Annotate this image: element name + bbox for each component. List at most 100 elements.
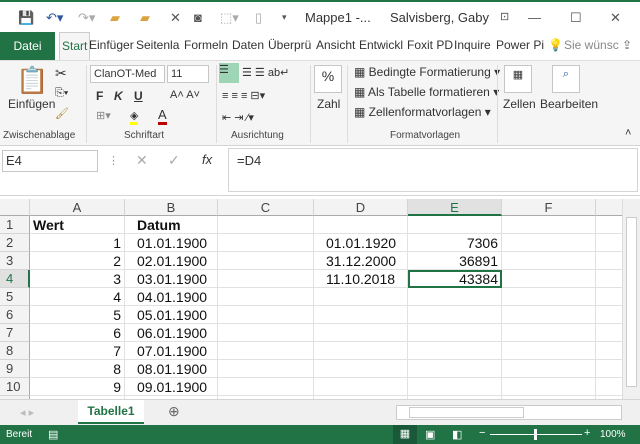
align-middle-icon[interactable]: ☰ ☰ ab↵ [242,66,289,79]
collapse-ribbon-icon[interactable]: ˄ [625,127,631,139]
format-painter-icon[interactable]: 🖌 [55,107,69,120]
zoom-level[interactable]: 100% [600,429,626,440]
tab-insert[interactable]: Einfüger [89,38,134,52]
cell-g5[interactable] [596,288,622,306]
tab-review[interactable]: Überprü [268,38,311,52]
cell-d8[interactable] [314,342,408,360]
cell-a2[interactable]: 1 [30,234,125,252]
cell-f8[interactable] [502,342,596,360]
cell-f9[interactable] [502,360,596,378]
cell-d7[interactable] [314,324,408,342]
row-header-2[interactable]: 2 [0,234,30,252]
row-header-3[interactable]: 3 [0,252,30,270]
cell-c8[interactable] [218,342,314,360]
cell-e6[interactable] [408,306,502,324]
cell-g7[interactable] [596,324,622,342]
open-folder-icon[interactable]: ▰ [110,10,120,26]
column-header-d[interactable]: D [314,199,408,216]
cell-d10[interactable] [314,378,408,396]
column-header-f[interactable]: F [502,199,596,216]
tab-power-pivot[interactable]: Power Pi [496,38,544,52]
cell-a10[interactable]: 9 [30,378,125,396]
cell-d2[interactable]: 01.01.1920 [314,234,408,252]
undo-icon[interactable]: ↶▾ [46,10,63,26]
cell-g6[interactable] [596,306,622,324]
tell-me-search[interactable]: Sie wünsc [564,38,619,52]
sheet-nav-icon[interactable]: ◂ ▸ [20,406,34,419]
copy-icon[interactable]: ⎘▾ [55,87,68,100]
cell-b7[interactable]: 06.01.1900 [125,324,218,342]
formula-input[interactable]: =D4 [228,148,638,192]
cell-c4[interactable] [218,270,314,288]
underline-button[interactable]: U [134,89,143,103]
cell-g1[interactable] [596,216,622,234]
save-icon[interactable]: 💾 [18,10,34,26]
conditional-formatting-button[interactable]: ▦ Bedingte Formatierung ▾ [354,65,500,79]
cell-a9[interactable]: 8 [30,360,125,378]
cell-e5[interactable] [408,288,502,306]
tab-data[interactable]: Daten [232,38,264,52]
cell-f3[interactable] [502,252,596,270]
cell-d4[interactable]: 11.10.2018 [314,270,408,288]
cell-e3[interactable]: 36891 [408,252,502,270]
select-icon[interactable]: ⬚▾ [220,10,239,26]
cell-e1[interactable] [408,216,502,234]
cell-a6[interactable]: 5 [30,306,125,324]
enter-icon[interactable]: ✓ [168,152,180,169]
cell-f1[interactable] [502,216,596,234]
fill-color-icon[interactable]: ◈ [130,109,139,125]
camera-icon[interactable]: ◙ [194,10,202,25]
row-header-1[interactable]: 1 [0,216,30,234]
italic-button[interactable]: K [114,89,123,103]
cell-d5[interactable] [314,288,408,306]
cell-c7[interactable] [218,324,314,342]
font-color-icon[interactable]: A [158,107,167,125]
bold-button[interactable]: F [96,89,103,103]
clipboard-icon[interactable]: ▯ [255,10,262,26]
close-icon[interactable]: ✕ [610,10,621,26]
cell-e10[interactable] [408,378,502,396]
name-box[interactable]: E4 [2,150,98,172]
cell-c6[interactable] [218,306,314,324]
cell-b3[interactable]: 02.01.1900 [125,252,218,270]
tab-view[interactable]: Ansicht [316,38,355,52]
close-file-icon[interactable]: ✕ [170,10,181,26]
column-header-b[interactable]: B [125,199,218,216]
cell-a8[interactable]: 7 [30,342,125,360]
cell-g10[interactable] [596,378,622,396]
ribbon-display-icon[interactable]: ⊡ [500,10,509,23]
cell-g9[interactable] [596,360,622,378]
number-button[interactable]: Zahl [317,97,340,111]
user-name[interactable]: Salvisberg, Gaby [390,10,489,25]
tab-page-layout[interactable]: Seitenla [136,38,179,52]
cell-c9[interactable] [218,360,314,378]
paste-icon[interactable]: 📋 [16,65,48,96]
cell-f10[interactable] [502,378,596,396]
percent-icon[interactable]: % [314,65,342,93]
cell-b9[interactable]: 08.01.1900 [125,360,218,378]
cell-f2[interactable] [502,234,596,252]
cell-e2[interactable]: 7306 [408,234,502,252]
cell-e8[interactable] [408,342,502,360]
paste-button[interactable]: Einfügen [8,97,55,111]
cell-a5[interactable]: 4 [30,288,125,306]
tab-foxit[interactable]: Foxit PD [407,38,453,52]
upload-icon[interactable]: ▰ [140,10,150,26]
share-icon[interactable]: ⇪ [622,38,632,52]
search-icon[interactable]: ⌕ [552,65,580,93]
cell-b1[interactable]: Datum [125,216,218,234]
horizontal-scrollbar[interactable] [396,405,622,420]
cell-styles-button[interactable]: ▦ Zellenformatvorlagen ▾ [354,105,491,119]
font-size-select[interactable]: 11 [167,65,209,83]
editing-button[interactable]: Bearbeiten [540,97,598,111]
cell-f4[interactable] [502,270,596,288]
cell-b4[interactable]: 03.01.1900 [125,270,218,288]
borders-icon[interactable]: ⊞▾ [96,109,111,122]
cell-c1[interactable] [218,216,314,234]
row-header-9[interactable]: 9 [0,360,30,378]
tab-start[interactable]: Start [59,32,91,60]
column-header-g[interactable] [596,199,622,216]
cell-b5[interactable]: 04.01.1900 [125,288,218,306]
cell-e9[interactable] [408,360,502,378]
vertical-scrollbar[interactable] [622,199,640,399]
